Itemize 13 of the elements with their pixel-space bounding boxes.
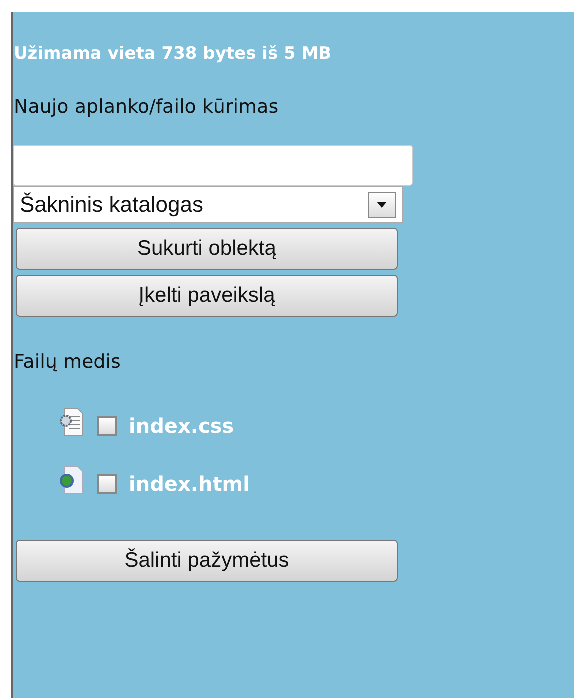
delete-button[interactable]: Šalinti pažymėtus bbox=[16, 540, 398, 582]
section-heading: Naujo aplanko/failo kūrimas bbox=[13, 96, 280, 118]
file-checkbox[interactable] bbox=[97, 416, 117, 436]
storage-usage: Užimama vieta 738 bytes iš 5 MB bbox=[13, 44, 333, 66]
action-button[interactable]: Įkelti paveikslą bbox=[16, 275, 398, 317]
file-checkbox[interactable] bbox=[97, 474, 117, 494]
globe-document-icon bbox=[59, 466, 85, 496]
gear-document-icon bbox=[59, 408, 85, 438]
action-button[interactable]: Sukurti oblektą bbox=[16, 228, 398, 270]
name-input-field[interactable] bbox=[13, 145, 413, 186]
section-heading: Failų medis bbox=[13, 351, 122, 373]
folder-dropdown[interactable]: Šakninis katalogas bbox=[13, 186, 403, 223]
caret-icon bbox=[377, 202, 387, 208]
